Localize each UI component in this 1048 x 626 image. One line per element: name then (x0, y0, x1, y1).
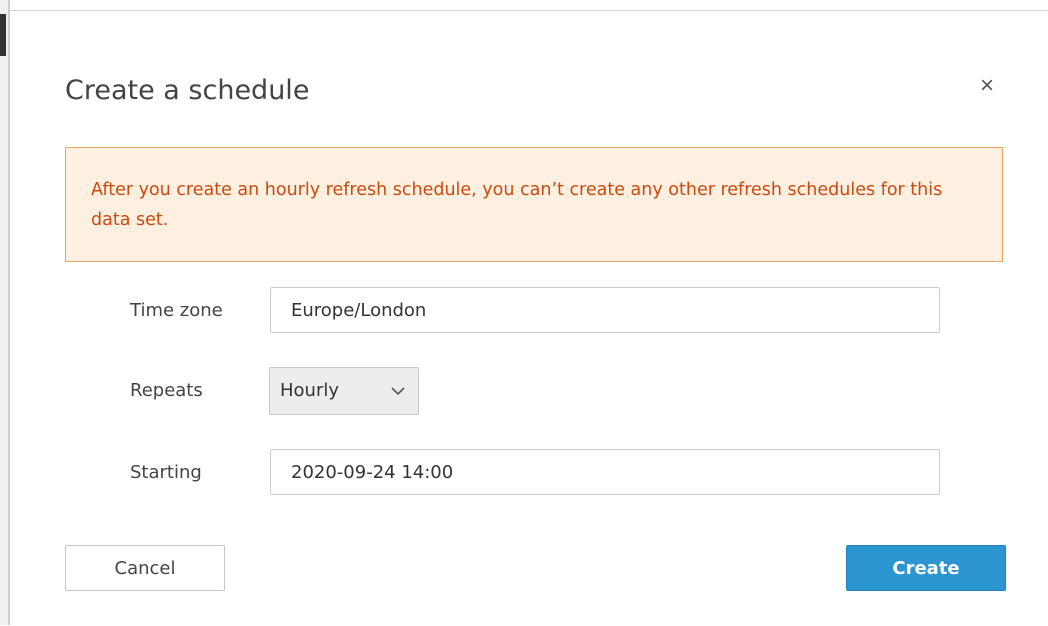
repeats-selected-value: Hourly (280, 380, 340, 401)
chevron-down-icon (391, 387, 405, 396)
close-icon: × (979, 72, 994, 99)
time-zone-input[interactable] (270, 287, 940, 333)
cancel-button[interactable]: Cancel (65, 545, 225, 591)
repeats-label: Repeats (130, 380, 203, 401)
create-button[interactable]: Create (846, 545, 1006, 591)
dialog-title: Create a schedule (65, 75, 310, 106)
starting-input[interactable] (270, 449, 940, 495)
close-button[interactable]: × (972, 71, 1002, 101)
warning-alert: After you create an hourly refresh sched… (65, 147, 1003, 262)
starting-label: Starting (130, 462, 202, 483)
background-page-edge (0, 0, 10, 625)
background-page-element (0, 14, 6, 56)
time-zone-label: Time zone (130, 300, 223, 321)
warning-text: After you create an hourly refresh sched… (91, 180, 943, 230)
create-schedule-dialog: Create a schedule × After you create an … (10, 10, 1048, 626)
repeats-select[interactable]: Hourly (269, 367, 419, 415)
